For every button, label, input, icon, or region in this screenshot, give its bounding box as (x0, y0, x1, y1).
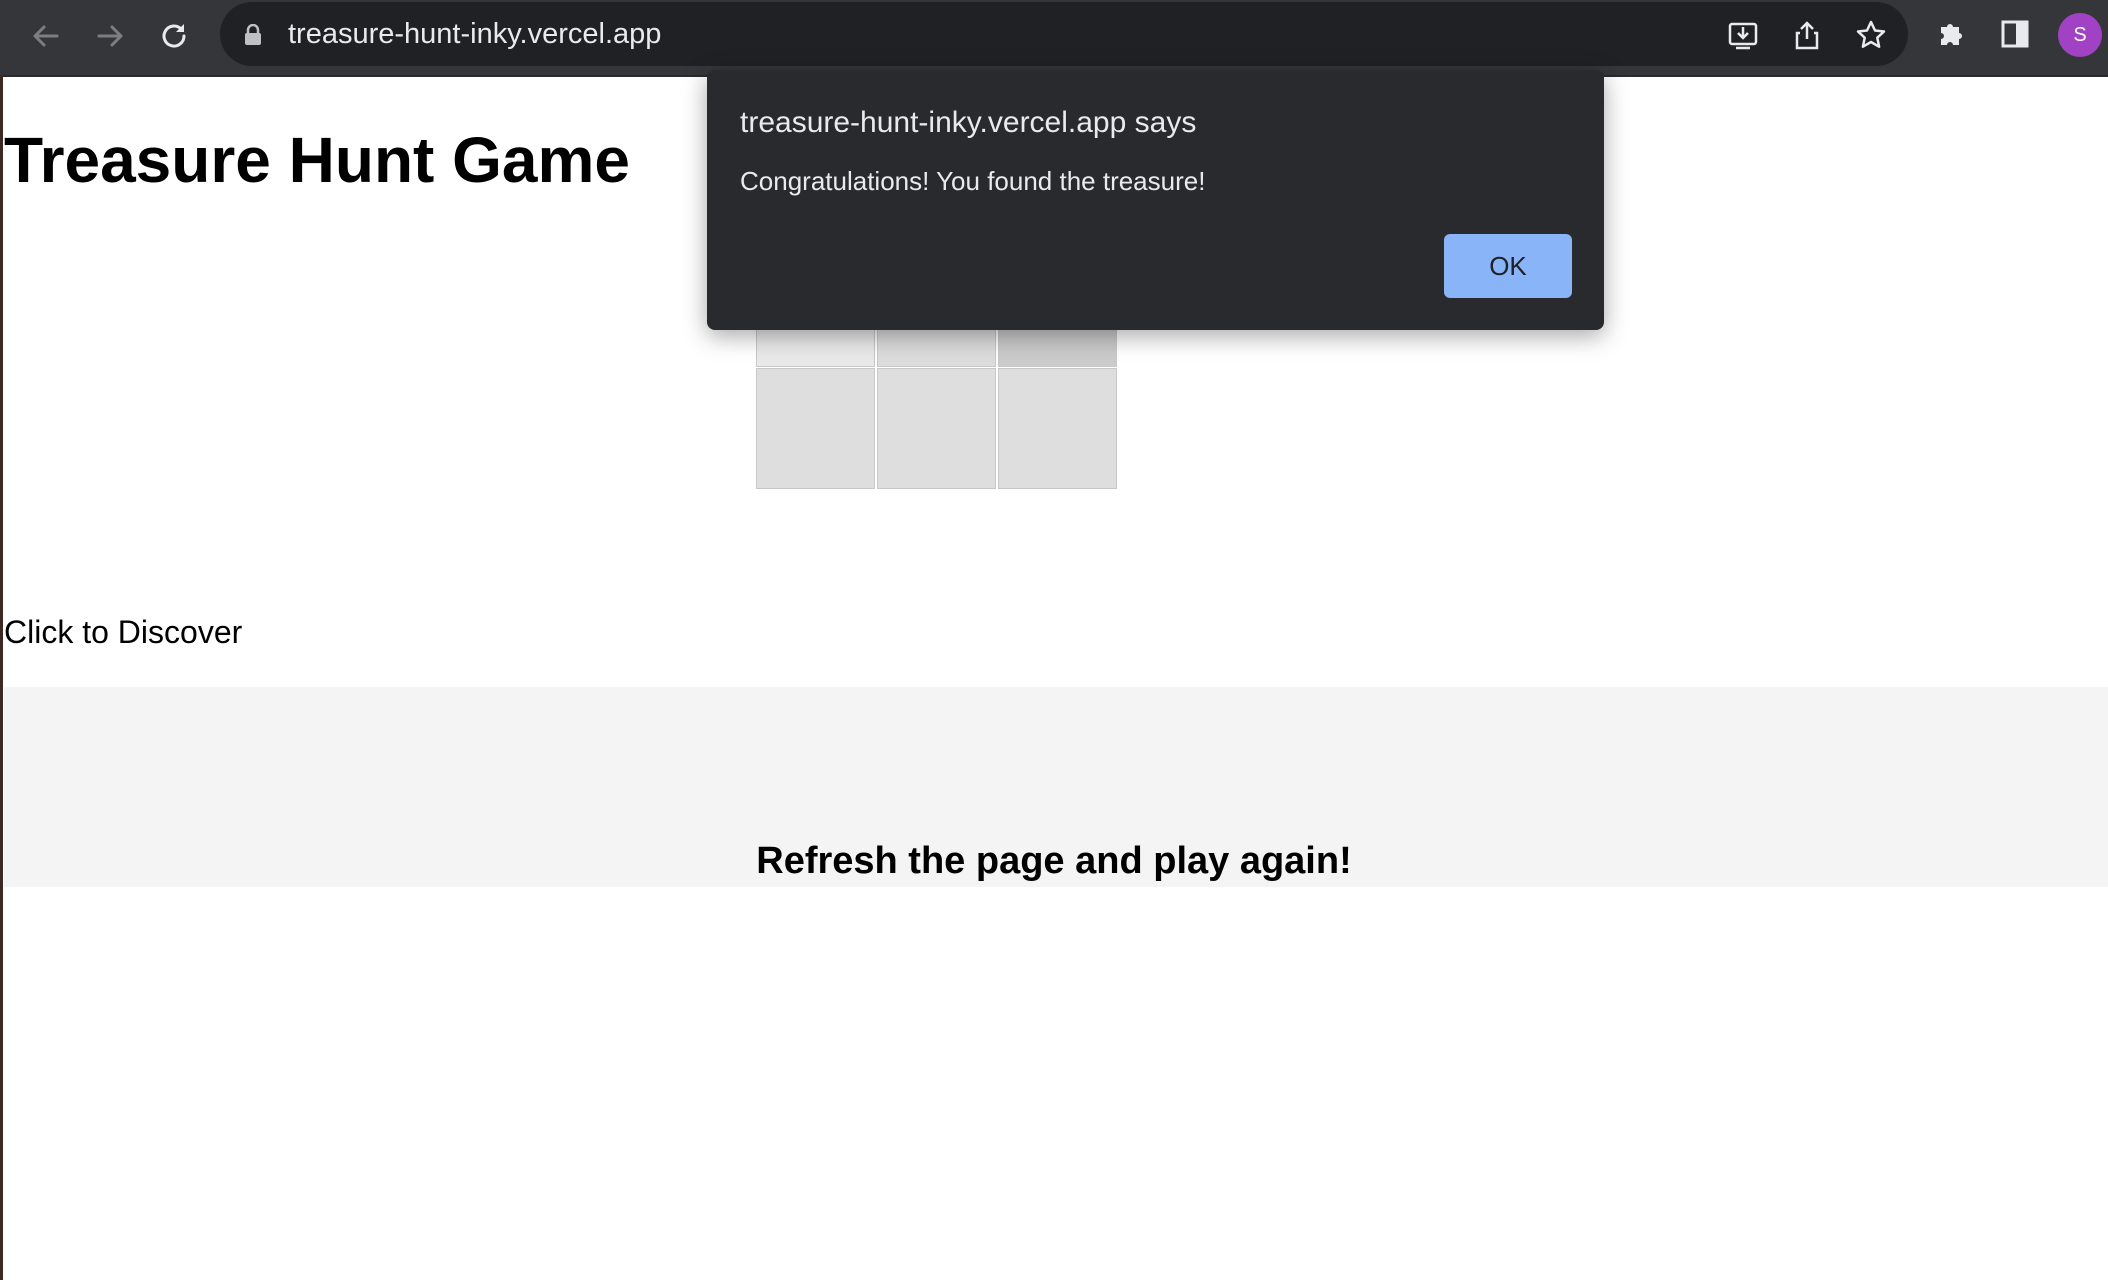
discover-label: Click to Discover (4, 614, 243, 650)
share-icon[interactable] (1788, 16, 1826, 54)
address-bar[interactable]: treasure-hunt-inky.vercel.app (220, 2, 1908, 66)
url-text[interactable]: treasure-hunt-inky.vercel.app (288, 15, 661, 53)
bookmark-star-icon[interactable] (1852, 16, 1890, 54)
ok-button[interactable]: OK (1444, 234, 1572, 298)
grid-cell[interactable] (756, 368, 875, 489)
back-arrow-icon[interactable] (20, 10, 72, 62)
profile-avatar[interactable]: S (2058, 13, 2102, 57)
dialog-message: Congratulations! You found the treasure! (740, 166, 1206, 196)
install-icon[interactable] (1724, 16, 1762, 54)
lock-icon[interactable] (244, 23, 262, 51)
forward-arrow-icon[interactable] (84, 10, 136, 62)
browser-toolbar: treasure-hunt-inky.vercel.app S (0, 0, 2108, 77)
dialog-title: treasure-hunt-inky.vercel.app says (740, 106, 1197, 139)
side-panel-icon[interactable] (1994, 13, 2036, 55)
extensions-puzzle-icon[interactable] (1930, 13, 1972, 55)
alert-dialog: treasure-hunt-inky.vercel.app says Congr… (707, 70, 1604, 330)
window-edge (0, 75, 3, 1280)
play-again-message: Refresh the page and play again! (756, 840, 1352, 882)
grid-cell[interactable] (998, 368, 1117, 489)
page-title: Treasure Hunt Game (4, 124, 630, 196)
reload-icon[interactable] (148, 10, 200, 62)
grid-cell[interactable] (877, 368, 996, 489)
